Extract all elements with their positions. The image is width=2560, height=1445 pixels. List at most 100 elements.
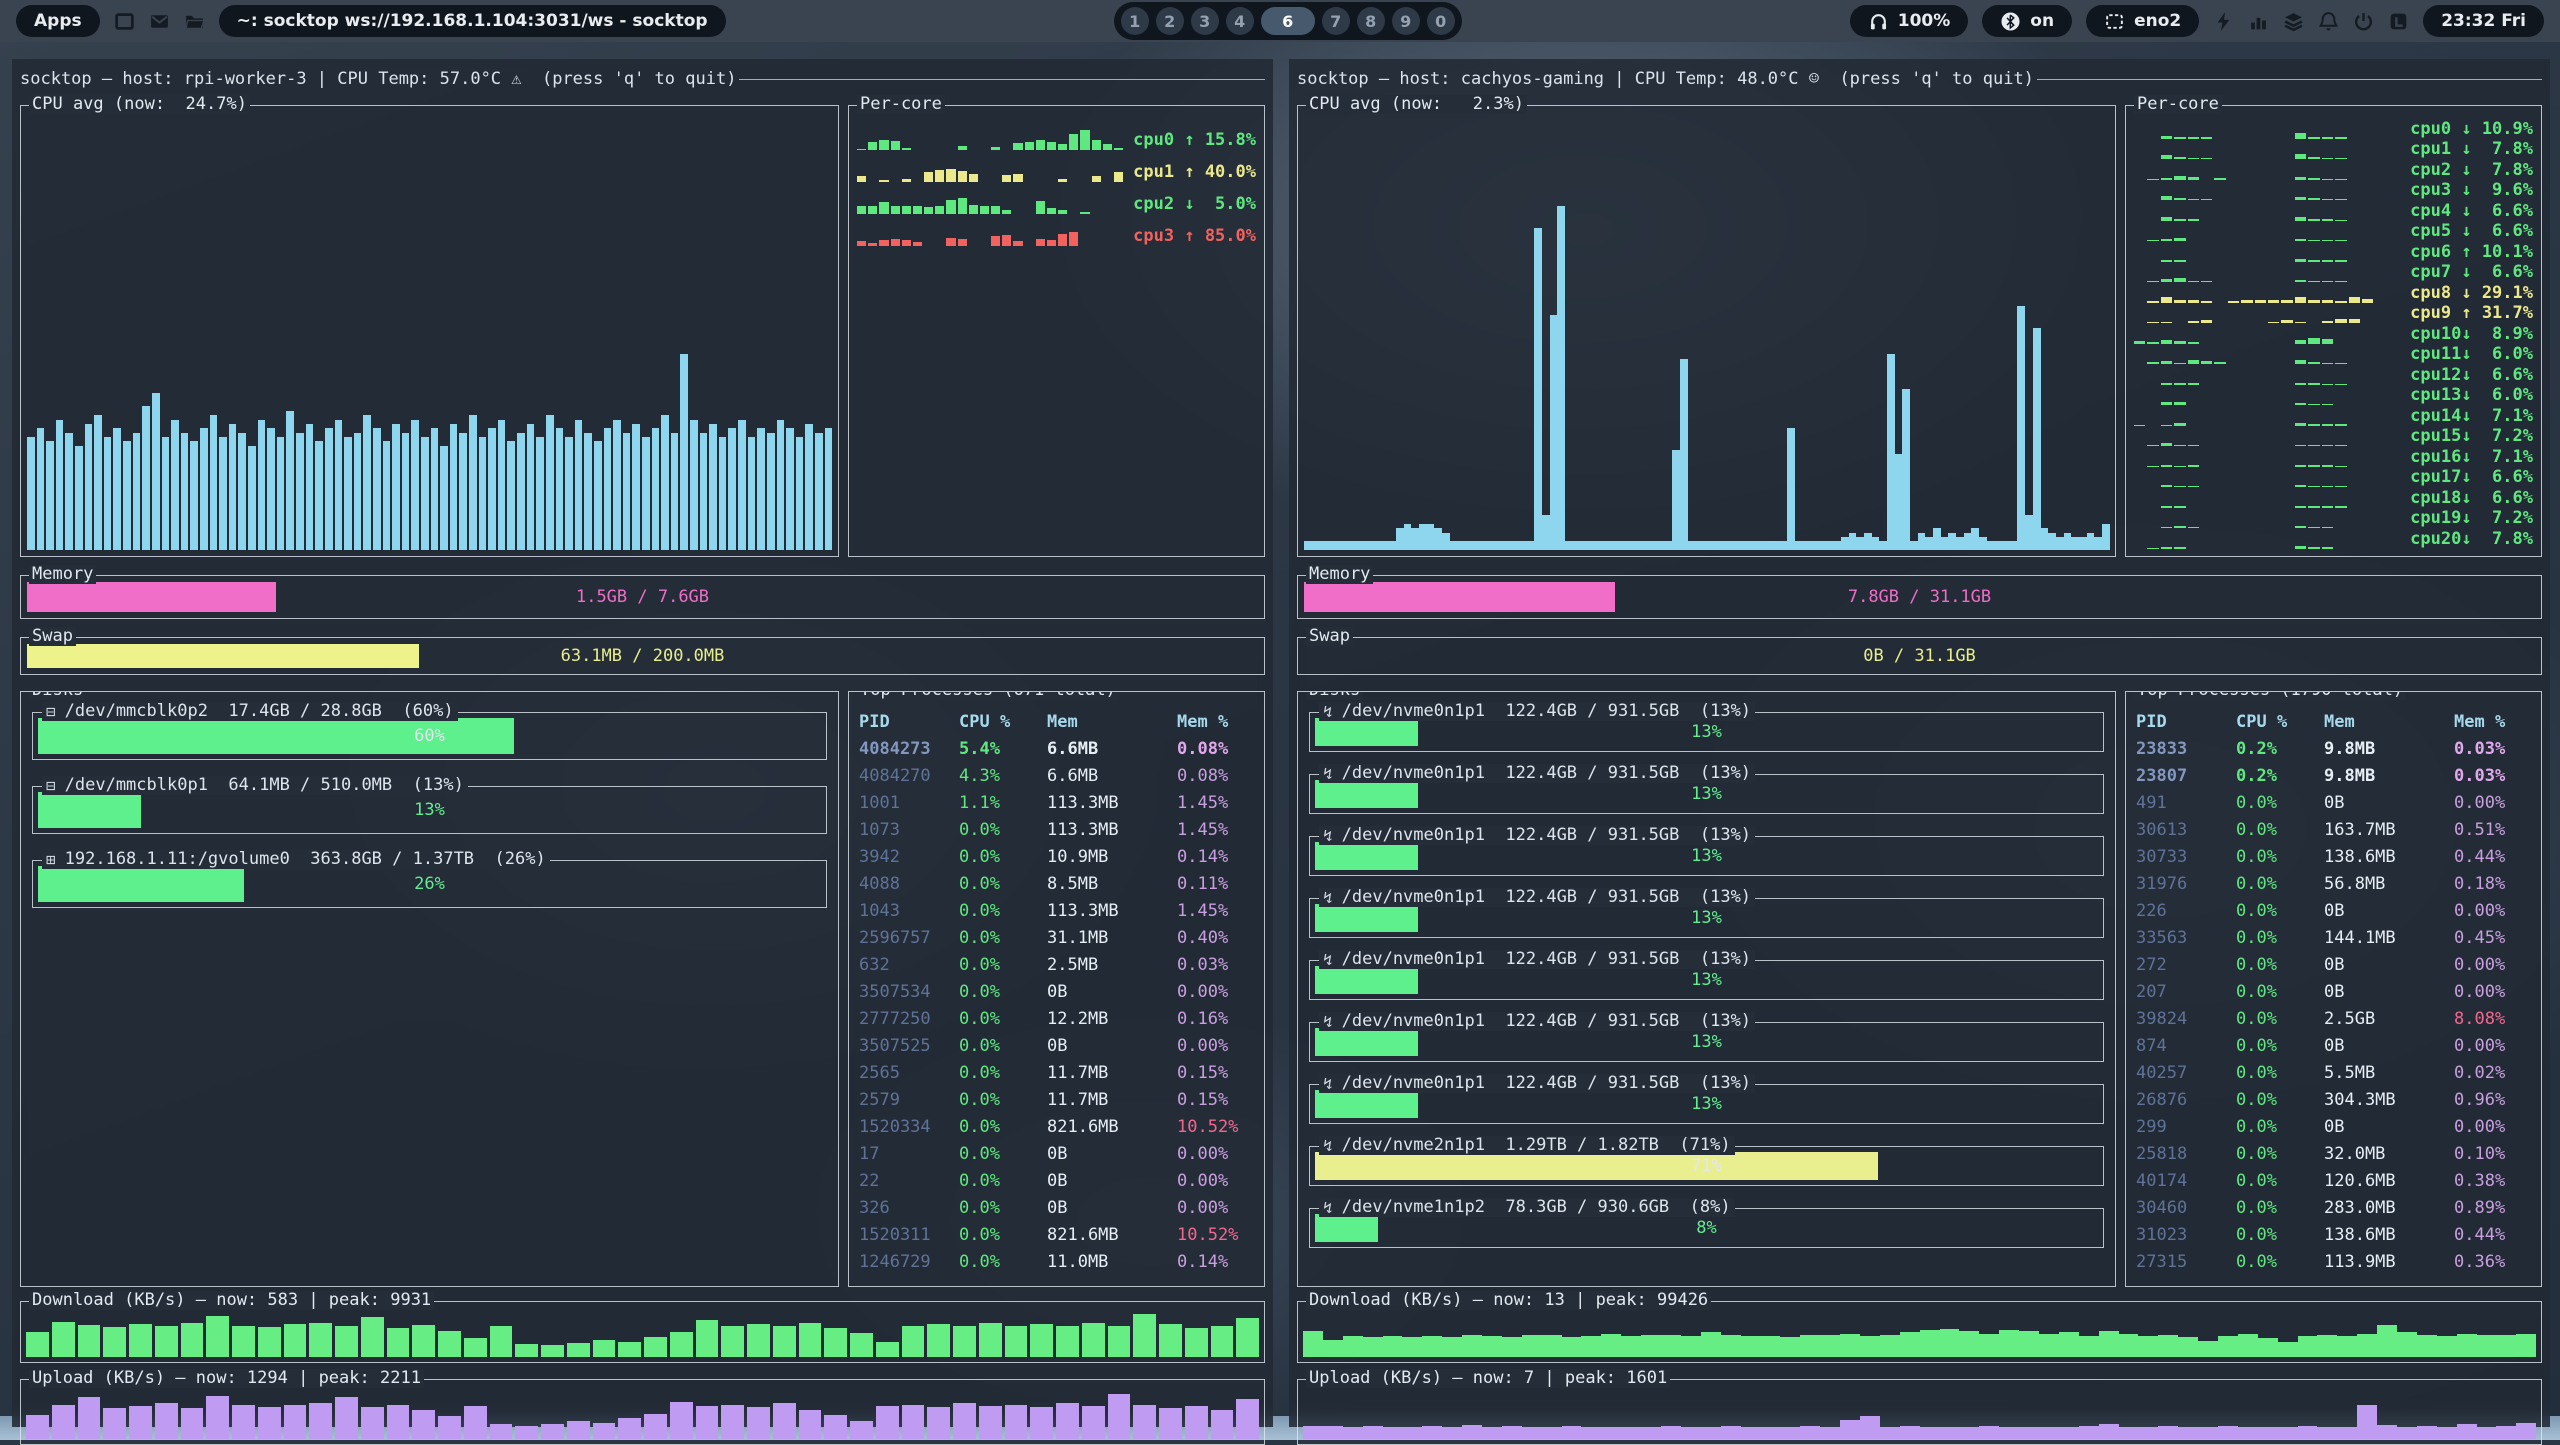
layers-icon[interactable] xyxy=(2283,11,2304,32)
chart-bar xyxy=(2496,1426,2516,1439)
process-cpu: 0.0% xyxy=(959,982,1047,1002)
workspace-button-4[interactable]: 4 xyxy=(1226,7,1254,35)
process-mem: 6.6MB xyxy=(1047,766,1177,786)
process-pid: 491 xyxy=(2136,793,2236,813)
core-sparkline xyxy=(2134,284,2410,302)
chart-bar xyxy=(267,428,275,550)
chart-bar xyxy=(1036,140,1045,150)
bluetooth-pill[interactable]: on xyxy=(1982,5,2072,37)
process-memp: 10.52% xyxy=(1177,1117,1256,1137)
window-title-pill[interactable]: ~: socktop ws://192.168.1.104:3031/ws - … xyxy=(219,5,726,37)
disk-label: ↯/dev/nvme0n1p1 122.4GB / 931.5GB (13%) xyxy=(1319,1074,1755,1093)
chart-bar xyxy=(879,202,888,214)
chart-bar xyxy=(767,433,775,550)
chart-bar xyxy=(2010,541,2018,550)
chart-bar xyxy=(1047,142,1056,150)
chart-bar xyxy=(2158,1426,2178,1439)
disk-label: ⊟/dev/mmcblk0p1 64.1MB / 510.0MB (13%) xyxy=(42,776,468,795)
chart-bar xyxy=(1880,1335,1900,1358)
core-label: cpu3 ↑ 85.0% xyxy=(1133,228,1256,246)
core-sparkline xyxy=(2134,428,2410,446)
chart-bar xyxy=(1619,541,1627,550)
process-mem: 9.8MB xyxy=(2324,739,2454,759)
cpu-avg-chart xyxy=(1304,115,2109,550)
workspace-button-8[interactable]: 8 xyxy=(1357,7,1385,35)
chart-bar xyxy=(1522,1427,1542,1439)
workspace-button-9[interactable]: 9 xyxy=(1392,7,1420,35)
chart-bar xyxy=(913,206,922,214)
chart-bar xyxy=(902,1326,925,1358)
chart-bar xyxy=(979,1406,1002,1439)
network-pill[interactable]: eno2 xyxy=(2086,5,2199,37)
network-label: eno2 xyxy=(2134,11,2181,31)
chart-bar xyxy=(171,420,179,551)
lightning-icon[interactable] xyxy=(2213,11,2234,32)
bell-icon[interactable] xyxy=(2318,11,2339,32)
mail-icon[interactable] xyxy=(149,11,170,32)
process-mem: 120.6MB xyxy=(2324,1171,2454,1191)
chart-bar xyxy=(1411,528,1419,550)
chart-bar xyxy=(2087,533,2095,550)
chart-bar xyxy=(1562,1426,1582,1439)
chart-bar xyxy=(1080,130,1089,150)
chart-bar xyxy=(1557,206,1565,550)
layout-icon[interactable] xyxy=(2388,11,2409,32)
process-cpu: 0.0% xyxy=(2236,982,2324,1002)
workspace-button-1[interactable]: 1 xyxy=(1121,7,1149,35)
folder-icon[interactable] xyxy=(184,11,205,32)
window-icon[interactable] xyxy=(114,11,135,32)
chart-bar xyxy=(1496,541,1504,550)
chart-bar xyxy=(1450,541,1458,550)
cpu-avg-title: CPU avg (now: 2.3%) xyxy=(1306,95,1527,114)
core-label: cpu0 ↑ 15.8% xyxy=(1133,132,1256,150)
chart-bar xyxy=(517,433,525,550)
chart-bar xyxy=(969,174,978,182)
chart-bar xyxy=(1211,1326,1234,1358)
cpu-avg-chart xyxy=(27,115,832,550)
chart-bar xyxy=(825,428,833,550)
workspace-button-3[interactable]: 3 xyxy=(1191,7,1219,35)
chart-bar xyxy=(27,437,35,550)
clock-pill[interactable]: 23:32 Fri xyxy=(2423,5,2544,37)
chart-bar xyxy=(1522,1335,1542,1357)
disk-item: ↯/dev/nvme0n1p1 122.4GB / 931.5GB (13%)1… xyxy=(1309,836,2104,876)
chart-bar xyxy=(1979,1426,1999,1439)
process-mem: 56.8MB xyxy=(2324,874,2454,894)
volume-pill[interactable]: 100% xyxy=(1850,5,1969,37)
process-row: 12467290.0%11.0MB0.14% xyxy=(859,1248,1256,1275)
disk-label-text: /dev/nvme0n1p1 122.4GB / 931.5GB (13%) xyxy=(1342,950,1751,969)
chart-bar xyxy=(1734,541,1742,550)
terminal-window-left[interactable]: socktop — host: rpi-worker-3 | CPU Temp:… xyxy=(12,59,1273,1427)
chart-bar xyxy=(2094,537,2102,550)
chart-bar xyxy=(133,433,141,550)
signal-bars-icon[interactable] xyxy=(2248,11,2269,32)
flash-icon: ↯ xyxy=(1323,888,1333,907)
top-bar: Apps ~: socktop ws://192.168.1.104:3031/… xyxy=(0,0,2560,42)
process-mem: 0B xyxy=(1047,1198,1177,1218)
terminal-window-right[interactable]: socktop — host: cachyos-gaming | CPU Tem… xyxy=(1289,59,2550,1427)
per-core-panel: Per-core cpu0 ↑ 15.8%cpu1 ↑ 40.0%cpu2 ↓ … xyxy=(848,105,1265,557)
core-sparkline xyxy=(857,154,1133,182)
workspace-button-6[interactable]: 6 xyxy=(1261,7,1315,35)
workspace-button-7[interactable]: 7 xyxy=(1322,7,1350,35)
process-pid: 299 xyxy=(2136,1117,2236,1137)
chart-bar xyxy=(670,1402,693,1439)
workspace-button-2[interactable]: 2 xyxy=(1156,7,1184,35)
power-icon[interactable] xyxy=(2353,11,2374,32)
disk-item: ↯/dev/nvme0n1p1 122.4GB / 931.5GB (13%)1… xyxy=(1309,712,2104,752)
chart-bar xyxy=(644,1337,667,1357)
chart-bar xyxy=(1588,541,1596,550)
process-mem: 138.6MB xyxy=(2324,1225,2454,1245)
per-core-title: Per-core xyxy=(2134,95,2222,114)
chart-bar xyxy=(1526,541,1534,550)
workspace-button-0[interactable]: 0 xyxy=(1427,7,1455,35)
chart-bar xyxy=(799,1323,822,1357)
chart-bar xyxy=(1764,541,1772,550)
chart-bar xyxy=(1114,172,1123,182)
chart-bar xyxy=(387,1328,410,1357)
apps-button[interactable]: Apps xyxy=(16,5,100,37)
per-core-title: Per-core xyxy=(857,95,945,114)
headphones-icon xyxy=(1868,11,1889,32)
chart-bar xyxy=(490,1424,513,1439)
chart-bar xyxy=(1641,1335,1661,1357)
